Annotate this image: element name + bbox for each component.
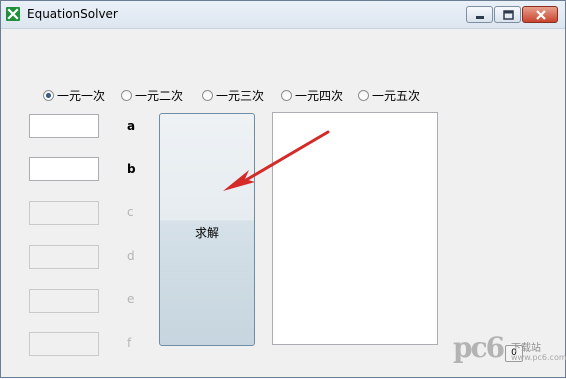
radio-quadratic[interactable]: 一元二次 (121, 87, 183, 103)
radio-button[interactable] (202, 89, 213, 101)
radio-button-checked[interactable] (43, 89, 54, 101)
excel-app-icon (6, 7, 20, 21)
solve-button-label: 求解 (194, 226, 219, 240)
radio-linear[interactable]: 一元一次 (43, 87, 105, 103)
watermark-logo: pc6 (453, 331, 505, 364)
radio-quartic[interactable]: 一元四次 (281, 87, 343, 103)
radio-label: 一元五次 (372, 88, 421, 103)
close-icon (536, 10, 546, 20)
coefficient-e-label: e (127, 292, 135, 306)
coefficient-e-input (29, 289, 99, 313)
radio-button[interactable] (121, 89, 132, 101)
close-button[interactable] (522, 6, 558, 23)
coefficient-c-label: c (127, 205, 134, 219)
watermark: pc6 0 下载站 www.pc6.com (439, 329, 566, 377)
radio-label: 一元一次 (57, 88, 106, 103)
radio-cubic[interactable]: 一元三次 (202, 87, 264, 103)
radio-button[interactable] (358, 89, 369, 101)
coefficient-a-label: a (127, 119, 136, 133)
maximize-button[interactable] (494, 6, 521, 23)
coefficient-f-label: f (127, 336, 132, 350)
maximize-icon (503, 10, 514, 20)
title-bar[interactable]: EquationSolver (1, 1, 565, 29)
radio-label: 一元四次 (295, 88, 344, 103)
coefficient-a-input[interactable] (29, 114, 99, 138)
window-title: EquationSolver (27, 7, 118, 21)
minimize-button[interactable] (466, 6, 493, 23)
watermark-url: www.pc6.com (511, 353, 566, 362)
coefficient-b-label: b (127, 162, 136, 176)
radio-quintic[interactable]: 一元五次 (358, 87, 420, 103)
coefficient-f-input (29, 332, 99, 356)
watermark-text: 下载站 (511, 343, 541, 354)
coefficient-c-input (29, 201, 99, 225)
coefficient-b-input[interactable] (29, 157, 99, 181)
app-window: EquationSolver 一元一次 一元二次 一元三次 一元四次 一元五次 … (0, 0, 566, 378)
minimize-icon (476, 16, 484, 19)
result-output-box[interactable] (272, 112, 438, 345)
coefficient-d-input (29, 245, 99, 269)
radio-label: 一元二次 (135, 88, 184, 103)
coefficient-d-label: d (127, 249, 135, 263)
solve-button[interactable]: 求解 (159, 113, 255, 346)
radio-label: 一元三次 (216, 88, 265, 103)
radio-button[interactable] (281, 89, 292, 101)
